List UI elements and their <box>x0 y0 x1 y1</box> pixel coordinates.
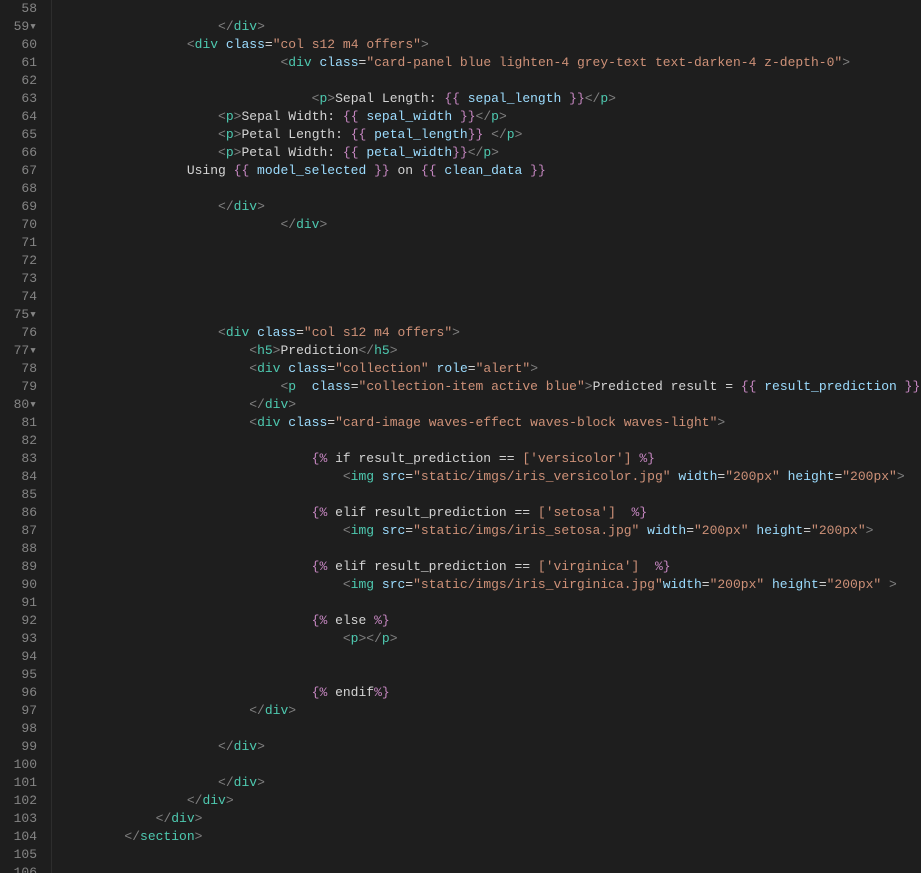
line-num-104: 104 <box>0 828 43 846</box>
line-num-76: 76 <box>0 324 43 342</box>
line-num-99: 99 <box>0 738 43 756</box>
line-num-63: 63 <box>0 90 43 108</box>
line-num-101: 101 <box>0 774 43 792</box>
code-area[interactable]: </div> <div class="col s12 m4 offers"> <… <box>52 0 921 873</box>
line-num-65: 65 <box>0 126 43 144</box>
line-num-91: 91 <box>0 594 43 612</box>
code-line-58: </div> <box>62 0 921 18</box>
code-line-68: </div> <box>62 180 921 198</box>
line-num-103: 103 <box>0 810 43 828</box>
line-num-94: 94 <box>0 648 43 666</box>
line-num-67: 67 <box>0 162 43 180</box>
code-line-73 <box>62 270 921 288</box>
line-num-66: 66 <box>0 144 43 162</box>
line-num-96: 96 <box>0 684 43 702</box>
line-num-64: 64 <box>0 108 43 126</box>
code-line-95: {% endif%} <box>62 666 921 684</box>
code-line-72 <box>62 252 921 270</box>
line-num-98: 98 <box>0 720 43 738</box>
line-numbers: 58 59▾ 60 61 62 63 64 65 66 67 68 69 70 … <box>0 0 52 873</box>
line-num-97: 97 <box>0 702 43 720</box>
line-num-89: 89 <box>0 558 43 576</box>
code-line-105 <box>62 846 921 864</box>
line-num-78: 78 <box>0 360 43 378</box>
line-num-71: 71 <box>0 234 43 252</box>
code-line-106 <box>62 864 921 873</box>
line-num-82: 82 <box>0 432 43 450</box>
code-line-82: {% if result_prediction == ['versicolor'… <box>62 432 921 450</box>
line-num-83: 83 <box>0 450 43 468</box>
line-num-100: 100 <box>0 756 43 774</box>
code-line-100: </div> <box>62 756 921 774</box>
line-num-69: 69 <box>0 198 43 216</box>
line-num-95: 95 <box>0 666 43 684</box>
line-num-106: 106 <box>0 864 43 873</box>
line-num-90: 90 <box>0 576 43 594</box>
line-num-102: 102 <box>0 792 43 810</box>
code-line-94 <box>62 648 921 666</box>
line-num-61: 61 <box>0 54 43 72</box>
code-line-71 <box>62 234 921 252</box>
code-line-98: </div> <box>62 720 921 738</box>
code-line-62: <p>Sepal Length: {{ sepal_length }}</p> <box>62 72 921 90</box>
line-num-68: 68 <box>0 180 43 198</box>
line-num-74: 74 <box>0 288 43 306</box>
line-num-72: 72 <box>0 252 43 270</box>
line-num-62: 62 <box>0 72 43 90</box>
line-num-84: 84 <box>0 468 43 486</box>
line-num-58: 58 <box>0 0 43 18</box>
line-num-81: 81 <box>0 414 43 432</box>
line-num-85: 85 <box>0 486 43 504</box>
editor-wrapper: 58 59▾ 60 61 62 63 64 65 66 67 68 69 70 … <box>0 0 921 873</box>
line-num-86: 86 <box>0 504 43 522</box>
code-line-74 <box>62 288 921 306</box>
line-num-79: 79 <box>0 378 43 396</box>
line-num-70: 70 <box>0 216 43 234</box>
code-line-88: {% elif result_prediction == ['virginica… <box>62 540 921 558</box>
code-line-91: {% else %} <box>62 594 921 612</box>
line-num-77: 77▾ <box>0 342 43 360</box>
line-num-87: 87 <box>0 522 43 540</box>
line-num-105: 105 <box>0 846 43 864</box>
code-line-85: {% elif result_prediction == ['setosa'] … <box>62 486 921 504</box>
line-num-92: 92 <box>0 612 43 630</box>
line-num-60: 60 <box>0 36 43 54</box>
line-num-80: 80▾ <box>0 396 43 414</box>
line-num-73: 73 <box>0 270 43 288</box>
code-line-75: <div class="col s12 m4 offers"> <box>62 306 921 324</box>
editor-container: 58 59▾ 60 61 62 63 64 65 66 67 68 69 70 … <box>0 0 921 873</box>
line-num-88: 88 <box>0 540 43 558</box>
line-num-93: 93 <box>0 630 43 648</box>
line-num-59: 59▾ <box>0 18 43 36</box>
line-num-75: 75▾ <box>0 306 43 324</box>
